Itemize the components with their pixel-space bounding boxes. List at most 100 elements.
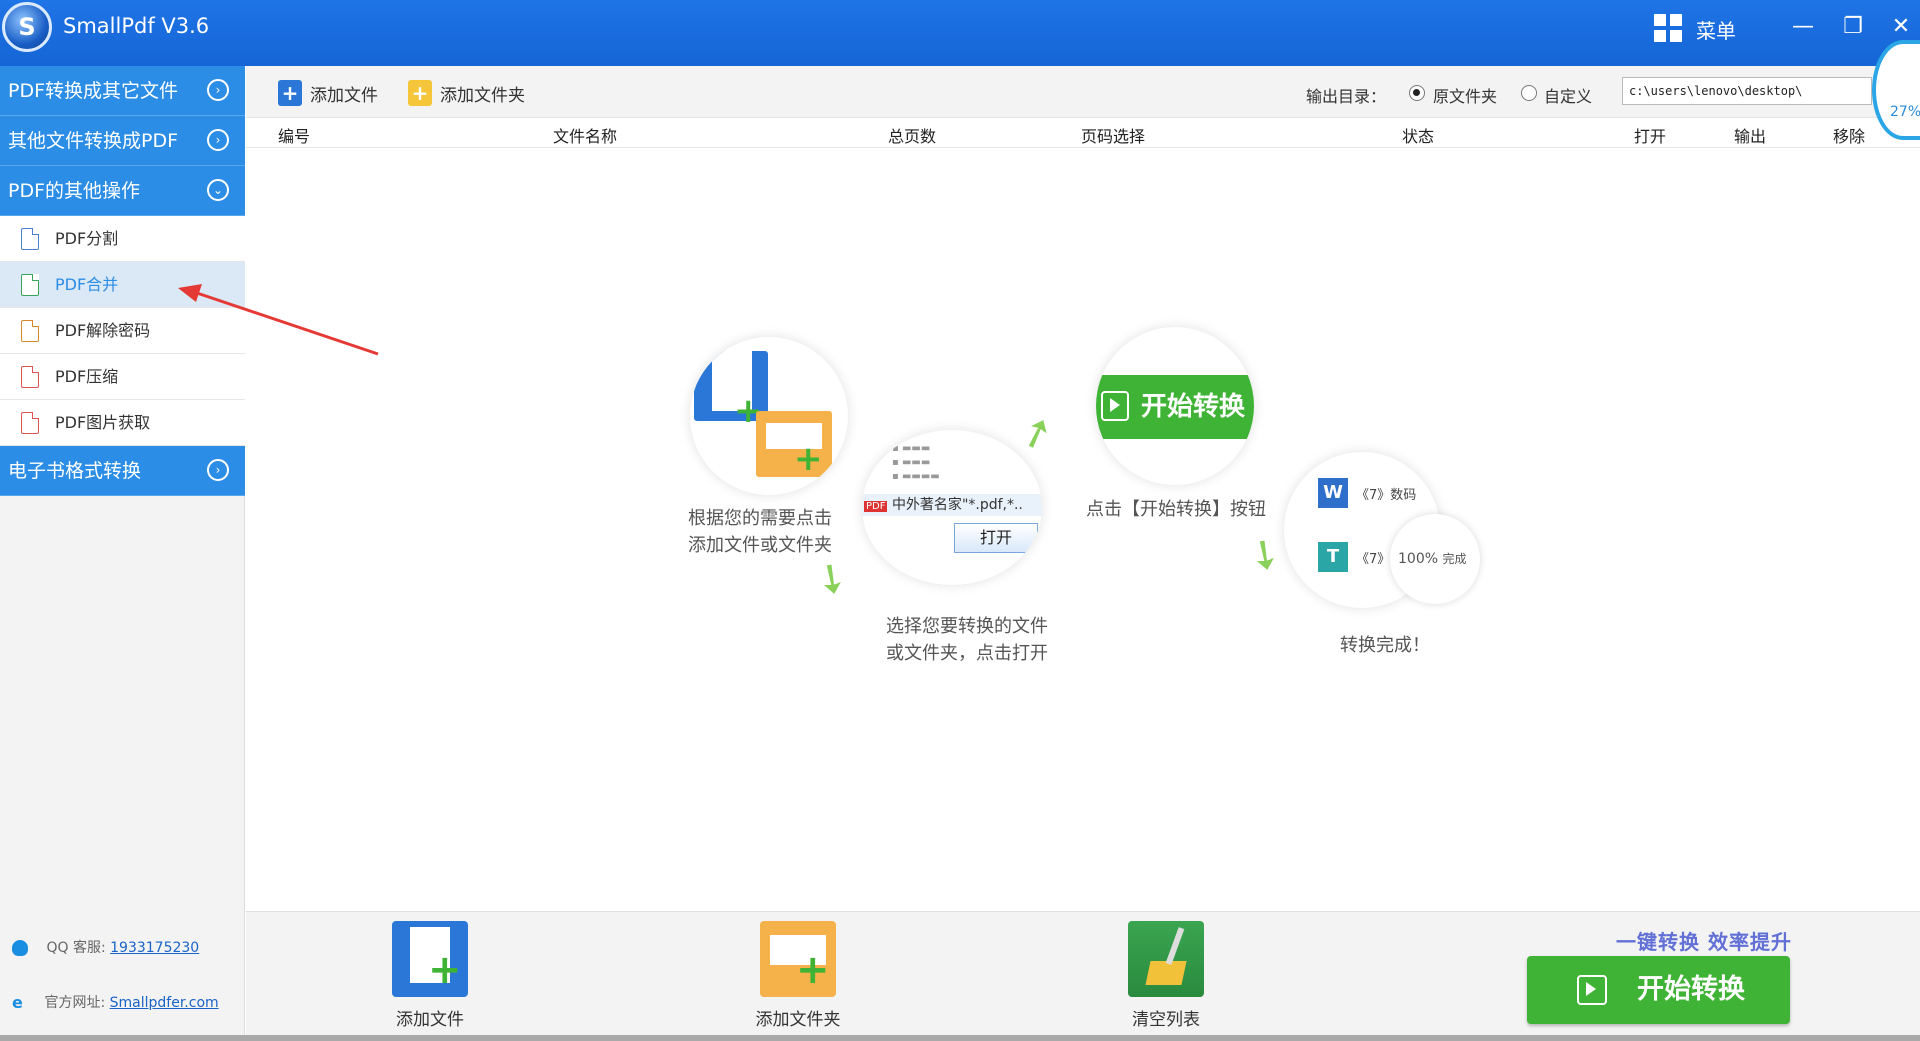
pdf-badge: PDF (864, 501, 888, 512)
start-convert-illustration: 开始转换 (1096, 375, 1254, 439)
minimize-button[interactable]: — (1786, 10, 1820, 44)
guide-arrow-icon: ➚ (1013, 405, 1061, 461)
add-folder-button[interactable]: + 添加文件夹 (408, 80, 525, 106)
site-label: 官方网址: (44, 995, 106, 1011)
file-dialog-row: PDF 中外著名家"*.pdf,*.. (862, 494, 1042, 516)
os-taskbar (0, 1035, 1920, 1041)
file-table-header: 编号 文件名称 总页数 页码选择 状态 打开 输出 移除 (246, 118, 1920, 148)
title-bar: S SmallPdf V3.6 菜单 — ❐ ✕ (0, 0, 1920, 66)
col-remove: 移除 (1833, 127, 1866, 146)
radio-custom-label: 自定义 (1544, 87, 1593, 106)
sidebar-item-label: PDF分割 (55, 229, 119, 248)
col-status: 状态 (1402, 127, 1435, 146)
sidebar-item-label: PDF解除密码 (55, 321, 151, 340)
text-file-icon: T (1318, 542, 1348, 572)
official-site: e 官方网址: Smallpdfer.com (12, 992, 219, 1012)
close-button[interactable]: ✕ (1884, 10, 1918, 44)
guide-step1-circle: + + (690, 337, 848, 495)
category-label: PDF的其他操作 (8, 180, 141, 202)
broom-icon (1128, 921, 1204, 997)
guide-step3-circle: 开始转换 (1096, 327, 1254, 485)
bottom-clear-list-button[interactable]: 清空列表 (1096, 921, 1236, 1030)
progress-percent: 100% (1398, 551, 1439, 567)
chevron-right-icon: › (207, 129, 229, 151)
play-icon (1577, 975, 1607, 1005)
progress-zoom-circle: 100% 完成 (1390, 514, 1480, 604)
col-total-pages: 总页数 (888, 127, 937, 146)
qq-label: QQ 客服: (46, 940, 106, 956)
guide-step2-text: 选择您要转换的文件 或文件夹，点击打开 (886, 616, 1048, 664)
slogan-text: 一键转换 效率提升 (1616, 930, 1792, 954)
pdf-file-icon (21, 274, 39, 296)
add-folder-illustration-icon: + (756, 411, 832, 479)
restore-button[interactable]: ❐ (1836, 10, 1870, 44)
col-number: 编号 (278, 127, 311, 146)
sidebar-category-other-to-pdf[interactable]: 其他文件转换成PDF › (0, 116, 245, 166)
add-file-label: 添加文件 (310, 85, 378, 106)
sidebar-category-pdf-to-other[interactable]: PDF转换成其它文件 › (0, 66, 245, 116)
output-path-input[interactable] (1622, 77, 1872, 105)
output-dir-label: 输出目录： (1306, 87, 1387, 106)
col-page-select: 页码选择 (1081, 127, 1146, 146)
guide-step2-circle: ▪ ▬▬▬ ▪ ▬▬▬ ▪ ▬▬▬▬ PDF 中外著名家"*.pdf,*.. 打开 (862, 430, 1042, 585)
sidebar-item-label: PDF压缩 (55, 367, 119, 386)
sidebar-item-label: PDF合并 (55, 275, 119, 294)
sidebar-item-pdf-split[interactable]: PDF分割 (0, 216, 245, 262)
add-file-button[interactable]: + 添加文件 (278, 80, 378, 106)
pdf-file-icon (21, 228, 39, 250)
add-file-icon: + (392, 921, 468, 997)
guide-arrow-icon: ➘ (804, 550, 859, 608)
start-convert-button[interactable]: 开始转换 (1527, 956, 1790, 1024)
radio-original-folder[interactable] (1409, 85, 1425, 101)
sidebar-category-ebook-convert[interactable]: 电子书格式转换 › (0, 446, 245, 496)
annotation-arrow (178, 284, 379, 356)
sidebar: PDF转换成其它文件 › 其他文件转换成PDF › PDF的其他操作 ⌄ PDF… (0, 66, 245, 1035)
qq-penguin-icon (12, 940, 28, 956)
qq-support: QQ 客服: 1933175230 (12, 937, 199, 957)
dialog-open-button-illustration: 打开 (954, 523, 1038, 553)
category-label: 电子书格式转换 (8, 460, 142, 482)
chevron-down-icon: ⌄ (207, 179, 229, 201)
col-file-name: 文件名称 (553, 127, 618, 146)
add-folder-label: 添加文件夹 (440, 85, 525, 106)
logo-letter: S (18, 13, 36, 41)
guide-step3-text: 点击【开始转换】按钮 (1086, 499, 1266, 520)
start-convert-label: 开始转换 (1637, 974, 1745, 1005)
qq-number-link[interactable]: 1933175230 (110, 940, 199, 956)
bottom-clear-list-label: 清空列表 (1132, 1010, 1200, 1030)
menu-grid-icon[interactable] (1654, 14, 1682, 42)
add-folder-icon: + (760, 921, 836, 997)
progress-zoom-text: 100% 完成 (1390, 550, 1480, 567)
col-open: 打开 (1634, 127, 1667, 146)
dialog-filter: "*.pdf,*.. (961, 497, 1023, 513)
app-title: SmallPdf V3.6 (63, 14, 210, 38)
sidebar-item-pdf-compress[interactable]: PDF压缩 (0, 354, 245, 400)
bottom-add-folder-button[interactable]: + 添加文件夹 (728, 921, 868, 1030)
sidebar-item-pdf-image-extract[interactable]: PDF图片获取 (0, 400, 245, 446)
text-row-text: 《7》 (1356, 552, 1391, 567)
progress-done: 完成 (1442, 552, 1467, 566)
sidebar-item-label: PDF图片获取 (55, 413, 151, 432)
pdf-file-icon (21, 366, 39, 388)
pdf-file-icon (21, 412, 39, 434)
add-file-icon: + (278, 80, 302, 106)
radio-original-label: 原文件夹 (1433, 87, 1498, 106)
play-icon (1101, 391, 1129, 421)
category-label: PDF转换成其它文件 (8, 80, 179, 102)
toolbar: + 添加文件 + 添加文件夹 输出目录： 原文件夹 自定义 (246, 66, 1920, 118)
radio-custom-folder[interactable] (1521, 85, 1537, 101)
pdf-file-icon (21, 320, 39, 342)
sidebar-category-pdf-other-ops[interactable]: PDF的其他操作 ⌄ (0, 166, 245, 216)
menu-button[interactable]: 菜单 (1696, 15, 1736, 44)
guide-step4-text: 转换完成！ (1340, 635, 1430, 656)
bottom-action-bar: + 添加文件 + 添加文件夹 清空列表 一键转换 效率提升 开始转换 (246, 911, 1920, 1035)
word-row-text: 《7》数码 (1356, 488, 1417, 503)
bottom-add-file-button[interactable]: + 添加文件 (360, 921, 500, 1030)
word-icon: W (1318, 478, 1348, 508)
bottom-add-folder-label: 添加文件夹 (755, 1010, 841, 1030)
site-url-link[interactable]: Smallpdfer.com (110, 995, 219, 1011)
category-label: 其他文件转换成PDF (8, 130, 179, 152)
chevron-right-icon: › (207, 459, 229, 481)
dialog-filename: 中外著名家 (891, 497, 962, 513)
bottom-add-file-label: 添加文件 (396, 1010, 464, 1030)
